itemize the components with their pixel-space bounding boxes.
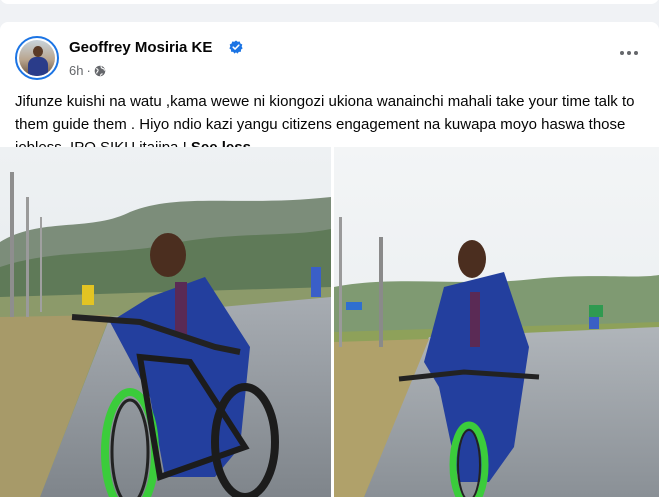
post-meta: 6h · [69,63,106,78]
post-time[interactable]: 6h [69,63,83,78]
author-avatar[interactable] [15,36,59,80]
globe-icon[interactable] [94,65,106,77]
photo-1-image [0,147,331,497]
more-horizontal-icon [620,51,624,55]
previous-post-card [0,0,659,4]
photo-2-image [334,147,659,497]
post-photo-1[interactable] [0,147,331,497]
post-photo-2[interactable] [334,147,659,497]
author-name[interactable]: Geoffrey Mosiria KE [69,39,212,56]
more-options-button[interactable] [620,48,642,58]
verified-badge-icon [229,40,243,54]
avatar-image [19,40,55,76]
meta-separator: · [86,63,91,78]
